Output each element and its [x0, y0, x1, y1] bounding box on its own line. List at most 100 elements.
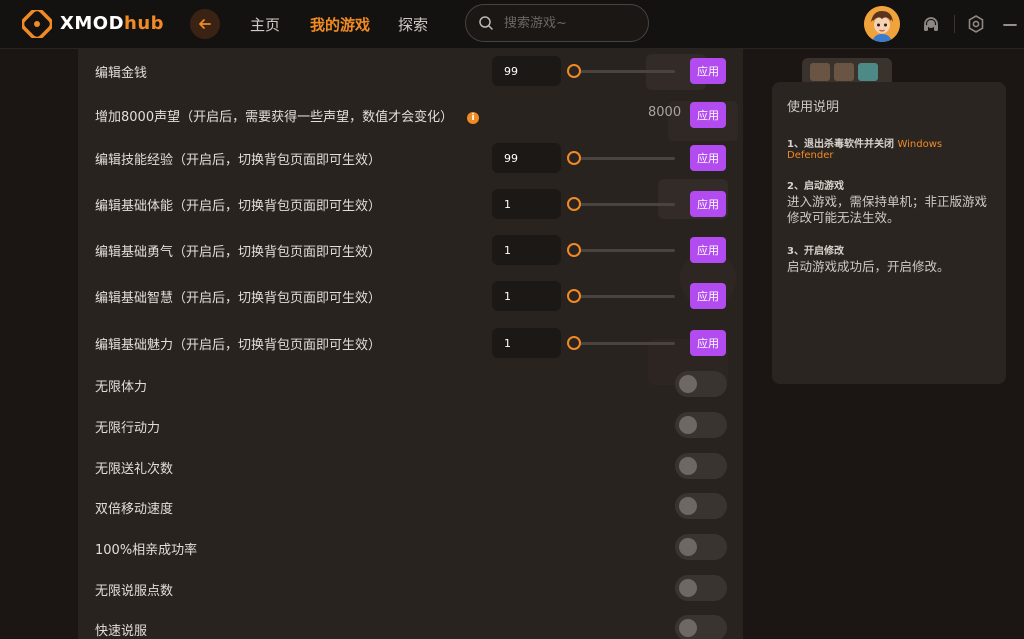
toggle-knob: [679, 497, 697, 515]
value-slider-track[interactable]: [572, 70, 675, 73]
help-panel: 使用说明 1、退出杀毒软件并关闭 Windows Defender 2、启动游戏…: [772, 82, 1006, 384]
mod-label: 无限体力: [95, 376, 147, 395]
mod-label-text: 编辑基础魅力（开启后，切换背包页面即可生效）: [95, 338, 382, 353]
mod-label-text: 快速说服: [95, 624, 148, 639]
headset-icon[interactable]: [921, 14, 941, 34]
mod-row: 无限行动力: [78, 406, 743, 446]
mod-row: 编辑基础智慧（开启后，切换背包页面即可生效） 应用: [78, 276, 743, 316]
nav-my-games[interactable]: 我的游戏: [310, 14, 370, 35]
help-step-2: 2、启动游戏 进入游戏，需保持单机；非正版游戏修改可能无法生效。: [787, 177, 991, 226]
value-input[interactable]: [492, 235, 561, 265]
apply-button[interactable]: 应用: [690, 102, 726, 128]
value-slider-track[interactable]: [572, 249, 675, 252]
search-box[interactable]: [465, 4, 649, 42]
value-slider-track[interactable]: [572, 157, 675, 160]
nav-explore[interactable]: 探索: [398, 14, 428, 35]
search-icon: [479, 16, 493, 30]
mod-label: 双倍移动速度: [95, 498, 173, 517]
mod-label: 无限说服点数: [95, 580, 173, 599]
value-input[interactable]: [492, 281, 561, 311]
mod-label: 编辑金钱: [95, 62, 147, 81]
value-slider-handle[interactable]: [567, 243, 581, 257]
mod-label: 编辑基础魅力（开启后，切换背包页面即可生效）: [95, 334, 381, 353]
thumbnail-icon: [834, 63, 854, 81]
value-slider-track[interactable]: [572, 342, 675, 345]
xmod-logo-icon[interactable]: [22, 10, 52, 38]
mod-row: 编辑技能经验（开启后，切换背包页面即可生效） 应用: [78, 138, 743, 178]
mod-label: 无限行动力: [95, 417, 160, 436]
help-step-title: 2、启动游戏: [787, 181, 844, 192]
mod-label: 无限送礼次数: [95, 458, 173, 477]
help-step-title: 3、开启修改: [787, 246, 844, 257]
mod-label-text: 编辑技能经验（开启后，切换背包页面即可生效）: [95, 153, 382, 168]
toggle-switch[interactable]: [675, 575, 727, 601]
toggle-switch[interactable]: [675, 412, 727, 438]
help-step-title-text: 1、退出杀毒软件并关闭: [787, 139, 894, 150]
apply-button[interactable]: 应用: [690, 237, 726, 263]
value-slider-handle[interactable]: [567, 336, 581, 350]
toggle-knob: [679, 538, 697, 556]
value-slider-handle[interactable]: [567, 64, 581, 78]
gear-icon[interactable]: [966, 14, 986, 34]
value-input[interactable]: [492, 56, 561, 86]
avatar[interactable]: [864, 6, 900, 42]
toggle-switch[interactable]: [675, 493, 727, 519]
mod-row: 编辑基础体能（开启后，切换背包页面即可生效） 应用: [78, 184, 743, 224]
mod-row: 增加8000声望（开启后，需要获得一些声望，数值才会变化） i 8000 应用: [78, 95, 743, 135]
help-step-3: 3、开启修改 启动游戏成功后，开启修改。: [787, 242, 991, 275]
apply-button[interactable]: 应用: [690, 283, 726, 309]
mod-row: 快速说服: [78, 609, 743, 639]
toggle-knob: [679, 457, 697, 475]
mod-label: 编辑基础勇气（开启后，切换背包页面即可生效）: [95, 241, 381, 260]
apply-button[interactable]: 应用: [690, 330, 726, 356]
toggle-knob: [679, 375, 697, 393]
help-step-1: 1、退出杀毒软件并关闭 Windows Defender: [787, 135, 991, 161]
nav-home[interactable]: 主页: [250, 14, 280, 35]
back-button[interactable]: [190, 9, 220, 39]
mod-label-text: 编辑基础勇气（开启后，切换背包页面即可生效）: [95, 245, 382, 260]
value-slider-handle[interactable]: [567, 151, 581, 165]
mod-row: 无限说服点数: [78, 569, 743, 609]
mod-label-text: 无限行动力: [95, 421, 161, 436]
apply-button[interactable]: 应用: [690, 58, 726, 84]
value-input[interactable]: [492, 189, 561, 219]
brand-main: XMOD: [60, 13, 125, 34]
mod-label: 编辑技能经验（开启后，切换背包页面即可生效）: [95, 149, 381, 168]
toggle-switch[interactable]: [675, 534, 727, 560]
top-bar: XMODhub 主页 我的游戏 探索: [0, 0, 1024, 49]
mod-label-text: 无限送礼次数: [95, 462, 174, 477]
mod-label: 100%相亲成功率: [95, 539, 197, 558]
value-input[interactable]: [492, 328, 561, 358]
mod-label-text: 无限体力: [95, 380, 148, 395]
apply-button[interactable]: 应用: [690, 145, 726, 171]
mod-label: 编辑基础智慧（开启后，切换背包页面即可生效）: [95, 287, 381, 306]
mod-row: 双倍移动速度: [78, 487, 743, 527]
mod-list-panel[interactable]: 编辑金钱应用增加8000声望（开启后，需要获得一些声望，数值才会变化）i8000…: [78, 49, 743, 639]
back-arrow-icon: [199, 19, 211, 29]
brand-name[interactable]: XMODhub: [60, 13, 164, 34]
mod-label-text: 编辑基础体能（开启后，切换背包页面即可生效）: [95, 199, 382, 214]
thumbnail-icon: [858, 63, 878, 81]
mod-row: 编辑金钱 应用: [78, 51, 743, 91]
mod-label: 快速说服: [95, 620, 147, 639]
minimize-icon[interactable]: [1000, 14, 1020, 34]
mod-row: 无限送礼次数: [78, 447, 743, 487]
search-input[interactable]: [502, 14, 636, 32]
toggle-switch[interactable]: [675, 371, 727, 397]
mod-label-text: 编辑基础智慧（开启后，切换背包页面即可生效）: [95, 291, 382, 306]
toggle-switch[interactable]: [675, 453, 727, 479]
value-slider-track[interactable]: [572, 295, 675, 298]
toggle-knob: [679, 416, 697, 434]
value-input[interactable]: [492, 143, 561, 173]
value-slider-handle[interactable]: [567, 289, 581, 303]
fixed-value: 8000: [648, 105, 682, 120]
toggle-switch[interactable]: [675, 615, 727, 639]
help-step-desc: 进入游戏，需保持单机；非正版游戏修改可能无法生效。: [787, 194, 988, 225]
value-slider-handle[interactable]: [567, 197, 581, 211]
apply-button[interactable]: 应用: [690, 191, 726, 217]
mod-label-text: 编辑金钱: [95, 66, 148, 81]
toolbar-divider: [954, 15, 955, 33]
thumbnail-icon: [810, 63, 830, 81]
info-icon[interactable]: i: [467, 111, 480, 124]
value-slider-track[interactable]: [572, 203, 675, 206]
